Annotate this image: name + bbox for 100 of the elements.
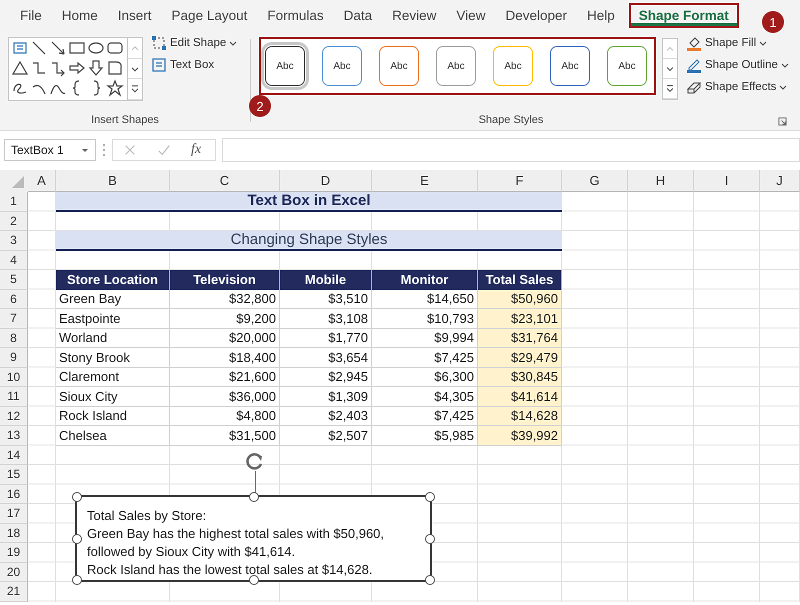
row-header[interactable]: 8 [0, 328, 28, 348]
row-header[interactable]: 4 [0, 250, 28, 270]
shape-outline-button[interactable]: Shape Outline [684, 55, 791, 75]
row-header[interactable]: 10 [0, 368, 28, 387]
caret-icon [779, 83, 788, 91]
menu-tab[interactable]: Formulas [257, 2, 334, 28]
row-header[interactable]: 9 [0, 348, 28, 368]
down-arrow-icon[interactable] [87, 59, 105, 77]
menu-tab[interactable]: File [10, 2, 52, 28]
row-header[interactable]: 6 [0, 290, 28, 309]
dialog-launcher-icon[interactable] [778, 117, 787, 126]
style-swatch[interactable]: Abc [436, 46, 476, 86]
row-header[interactable]: 7 [0, 309, 28, 328]
insert-function-button[interactable]: fx [191, 142, 202, 158]
row-header[interactable]: 2 [0, 212, 28, 231]
arrow-icon[interactable] [49, 39, 67, 57]
style-swatch[interactable]: Abc [322, 46, 362, 86]
row-header[interactable]: 15 [0, 465, 28, 484]
table-cell: $1,770 [280, 328, 372, 348]
menu-tab[interactable]: Developer [495, 2, 577, 28]
column-header[interactable]: G [562, 170, 628, 192]
table-cell: $31,764 [478, 328, 562, 348]
table-cell: $32,800 [170, 290, 280, 309]
row-header[interactable]: 18 [0, 524, 28, 543]
row-header[interactable]: 17 [0, 504, 28, 524]
row-header[interactable]: 5 [0, 270, 28, 290]
style-swatch[interactable]: Abc [607, 46, 647, 86]
row-header[interactable]: 19 [0, 543, 28, 562]
row-header[interactable]: 21 [0, 582, 28, 602]
table-cell: $36,000 [170, 387, 280, 406]
shapes-gallery[interactable] [8, 37, 143, 101]
caret-icon [81, 146, 89, 154]
rotate-handle[interactable] [245, 451, 265, 471]
name-box[interactable]: TextBox 1 [4, 139, 96, 161]
grip-icon [102, 142, 106, 158]
formula-input[interactable] [222, 138, 800, 162]
text-box-button[interactable]: Text Box [149, 55, 240, 75]
style-swatch[interactable]: Abc [379, 46, 419, 86]
table-cell: $18,400 [170, 348, 280, 368]
resize-handle[interactable] [72, 575, 82, 585]
shape-styles-gallery[interactable]: Abc Abc Abc Abc Abc Abc Abc [259, 37, 656, 95]
column-header[interactable]: D [280, 170, 372, 192]
column-header[interactable]: A [28, 170, 56, 192]
edit-shape-icon [151, 35, 167, 51]
resize-handle[interactable] [425, 534, 435, 544]
triangle-icon[interactable] [11, 59, 29, 77]
resize-handle[interactable] [72, 534, 82, 544]
style-swatch[interactable]: Abc [493, 46, 533, 86]
menu-tab[interactable]: View [446, 2, 496, 28]
menu-tab[interactable]: Data [334, 2, 382, 28]
resize-handle[interactable] [72, 492, 82, 502]
menu-tab[interactable]: Insert [108, 2, 162, 28]
table-cell: $2,945 [280, 368, 372, 387]
menu-tab[interactable]: Home [52, 2, 108, 28]
table-cell: $50,960 [478, 290, 562, 309]
column-header[interactable]: B [56, 170, 170, 192]
column-header[interactable]: H [628, 170, 694, 192]
table-cell: $14,650 [372, 290, 478, 309]
menu-tab[interactable]: Help [577, 2, 625, 28]
table-cell: $7,425 [372, 348, 478, 368]
column-header[interactable]: J [760, 170, 800, 192]
shape-effects-button[interactable]: Shape Effects [684, 77, 791, 97]
style-swatch[interactable]: Abc [550, 46, 590, 86]
caret-icon [780, 61, 789, 69]
table-cell: $2,507 [280, 426, 372, 446]
line-icon[interactable] [30, 39, 48, 57]
caret-icon [229, 39, 238, 47]
column-header[interactable]: F [478, 170, 562, 192]
menu-tab[interactable]: Shape Format [628, 2, 739, 28]
column-header[interactable]: C [170, 170, 280, 192]
row-header[interactable]: 13 [0, 426, 28, 446]
resize-handle[interactable] [248, 575, 258, 585]
column-header[interactable]: E [372, 170, 478, 192]
row-header[interactable]: 1 [0, 192, 28, 212]
row-header[interactable]: 16 [0, 484, 28, 504]
resize-handle[interactable] [425, 575, 435, 585]
right-arrow-icon[interactable] [68, 59, 86, 77]
table-cell: Stony Brook [56, 348, 170, 368]
text-line: Total Sales by Store: [87, 507, 208, 525]
resize-handle[interactable] [248, 492, 258, 502]
shape-fill-button[interactable]: Shape Fill [684, 33, 791, 53]
table-cell: $5,985 [372, 426, 478, 446]
row-header[interactable]: 11 [0, 387, 28, 406]
table-header: Television [170, 270, 280, 290]
row-header[interactable]: 3 [0, 231, 28, 250]
row-header[interactable]: 12 [0, 406, 28, 426]
resize-handle[interactable] [425, 492, 435, 502]
column-header[interactable]: I [694, 170, 760, 192]
edit-shape-button[interactable]: Edit Shape [149, 33, 240, 53]
sheet-title: Text Box in Excel [56, 192, 562, 212]
table-cell: Green Bay [56, 290, 170, 309]
shape-icon[interactable] [106, 59, 124, 77]
table-cell: $14,628 [478, 406, 562, 426]
star-icon[interactable] [106, 79, 124, 97]
menu-tab[interactable]: Page Layout [162, 2, 258, 28]
menu-tab[interactable]: Review [382, 2, 446, 28]
text-box[interactable]: Total Sales by Store: Green Bay has the highest total sales with $50,960, followed by Sioux City with $41,614. Rock Island has the lowest total sales at $14,628. [75, 495, 432, 582]
row-header[interactable]: 20 [0, 562, 28, 582]
row-header[interactable]: 14 [0, 446, 28, 465]
table-cell: $29,479 [478, 348, 562, 368]
